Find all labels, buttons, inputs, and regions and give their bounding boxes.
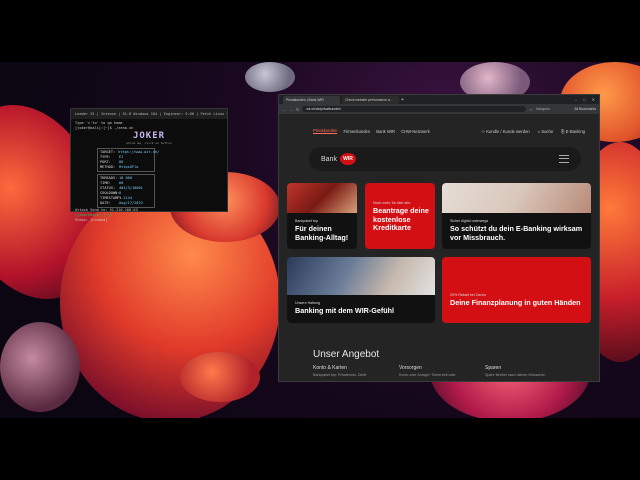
offer-title: Konto & Karten <box>313 365 347 371</box>
terminal-logo: JOKER <box>132 131 166 141</box>
nav-firmenkunden[interactable]: Firmenkunden <box>343 129 370 134</box>
card-finanzplanung[interactable]: 20% Rabatt bei Caveo Deine Finanzplanung… <box>442 257 591 323</box>
terminal-title: Leader 25 | Intense | 51.8 Windows 104 |… <box>71 109 227 119</box>
offer-column[interactable]: Konto & Karten Bankpaket top: Privatkont… <box>313 365 366 377</box>
card-title: So schützt du dein E-Banking wirksam vor… <box>450 224 583 242</box>
screen: Leader 25 | Intense | 51.8 Windows 104 |… <box>0 0 640 480</box>
nav-privatkunden[interactable]: Privatkunden <box>313 128 338 134</box>
nav-ebanking[interactable]: ⎘ E-Banking <box>561 129 585 134</box>
hamburger-menu-icon[interactable] <box>559 155 569 163</box>
offer-desc: Bankpaket top: Privatkonto, Debit <box>313 373 367 377</box>
offer-column[interactable]: Sparen Spare flexibel nach deinen Wünsch… <box>485 365 545 377</box>
tab-performance[interactable]: Check website performance a... <box>342 95 399 104</box>
card-kicker: Unsere Haltung <box>295 301 320 305</box>
card-haltung[interactable]: Unsere Haltung Banking mit dem WIR-Gefüh… <box>287 257 435 323</box>
nav-suche[interactable]: ⌕ Suche <box>538 129 553 134</box>
star-icon[interactable]: ☆ <box>529 107 533 112</box>
nav-ebanking-label: E-Banking <box>565 128 585 134</box>
offer-title: Vorsorgen <box>399 365 422 371</box>
minimize-icon[interactable]: – <box>575 97 577 102</box>
card-title: Banking mit dem WIR-Gefühl <box>295 306 395 315</box>
url-field[interactable]: wir.ch/de/privatkunden/ <box>302 106 527 112</box>
card-photo <box>287 257 435 296</box>
site-header: Bank WIR <box>309 147 581 171</box>
offer-desc: Konto oder Anlage? Sicherheit oder <box>399 373 456 377</box>
wallpaper-shape <box>180 352 260 402</box>
letterbox-top <box>0 0 640 62</box>
card-ebanking-security[interactable]: Sicher digital unterwegs So schützt du d… <box>442 183 591 249</box>
field-key: METHOD: <box>100 165 116 169</box>
terminal-window[interactable]: Leader 25 | Intense | 51.8 Windows 104 |… <box>70 108 228 222</box>
field-key: DATE: <box>100 201 111 205</box>
site-top-nav-right: ⚇ Kundin / Kunde werden ⌕ Suche ⎘ E-Bank… <box>481 129 585 134</box>
field-value: Aug/17/2023 <box>119 201 143 205</box>
offer-column[interactable]: Vorsorgen Konto oder Anlage? Sicherheit … <box>399 365 456 377</box>
site-top-nav: Privatkunden Firmenkunden Bank WIR CHW-N… <box>313 127 585 135</box>
card-title: Deine Finanzplanung in guten Händen <box>450 298 581 307</box>
nav-kunde-werden-label: Kundin / Kunde werden <box>486 128 530 134</box>
terminal-body: Type 'c'to' to go home [joker@kali]:[~]$… <box>71 119 227 225</box>
tab-privatkunden[interactable]: Privatkunden | Bank WIR <box>283 95 340 104</box>
tab-bar: Privatkunden | Bank WIR Check website pe… <box>279 95 599 104</box>
close-icon[interactable]: ✕ <box>592 97 595 102</box>
nav-kunde-werden[interactable]: ⚇ Kundin / Kunde werden <box>481 129 529 134</box>
window-controls: – □ ✕ <box>575 97 599 102</box>
nav-suche-label: Suche <box>541 128 554 134</box>
reload-icon[interactable]: ↻ <box>296 107 299 112</box>
card-title: Für deinen Banking-Alltag! <box>295 224 349 242</box>
offer-title: Sparen <box>485 365 502 371</box>
letterbox-bottom <box>0 418 640 480</box>
bank-wir-logo[interactable]: Bank WIR <box>321 153 356 165</box>
field-value: 404/3/10001 <box>119 186 143 190</box>
back-icon[interactable]: ← <box>282 107 286 112</box>
all-bookmarks-button[interactable]: All Bookmarks <box>574 107 596 111</box>
section-title: Unser Angebot <box>313 349 380 360</box>
nav-bank-wir[interactable]: Bank WIR <box>376 129 395 134</box>
brand-text: Bank <box>321 155 337 163</box>
field-value: HttpsGFlo <box>119 165 139 169</box>
incognito-label[interactable]: Inkognito <box>536 107 550 111</box>
terminal-subtitle: phish me, click on button <box>126 141 172 145</box>
address-bar-row: ← → ↻ wir.ch/de/privatkunden/ ☆ Inkognit… <box>279 104 599 114</box>
card-kicker: Bankpaket top <box>295 219 318 223</box>
forward-icon[interactable]: → <box>289 107 293 112</box>
new-tab-icon[interactable]: + <box>401 97 404 103</box>
card-kicker: Noch mehr für dich drin <box>373 201 411 205</box>
offer-desc: Spare flexibel nach deinen Wünschen <box>485 373 546 377</box>
browser-window[interactable]: Privatkunden | Bank WIR Check website pe… <box>278 94 600 382</box>
card-kreditkarte[interactable]: Noch mehr für dich drin Beantrage deine … <box>365 183 435 249</box>
field-value: https://www.wir.ch/ <box>118 150 160 154</box>
card-kicker: 20% Rabatt bei Caveo <box>450 293 486 297</box>
card-title: Beantrage deine kostenlose Kreditkarte <box>373 206 429 232</box>
wallpaper-shape <box>245 62 295 92</box>
wallpaper-shape <box>0 322 80 412</box>
card-photo <box>442 183 591 213</box>
maximize-icon[interactable]: □ <box>583 97 585 102</box>
terminal-line: Steps: [Loaded] <box>75 218 108 222</box>
card-bankpaket[interactable]: Bankpaket top Für deinen Banking-Alltag! <box>287 183 357 249</box>
terminal-target-box: TARGET: https://www.wir.ch/ TYPE: EI PORT:… <box>97 148 159 172</box>
nav-chw-netzwerk[interactable]: CHW-Netzwerk <box>401 129 430 134</box>
card-kicker: Sicher digital unterwegs <box>450 219 489 223</box>
card-photo <box>287 183 357 213</box>
terminal-status-box: THREADS: 10 000 TIME: 60 STATUS: 404/3/1000… <box>97 174 155 208</box>
brand-badge: WIR <box>339 153 356 165</box>
